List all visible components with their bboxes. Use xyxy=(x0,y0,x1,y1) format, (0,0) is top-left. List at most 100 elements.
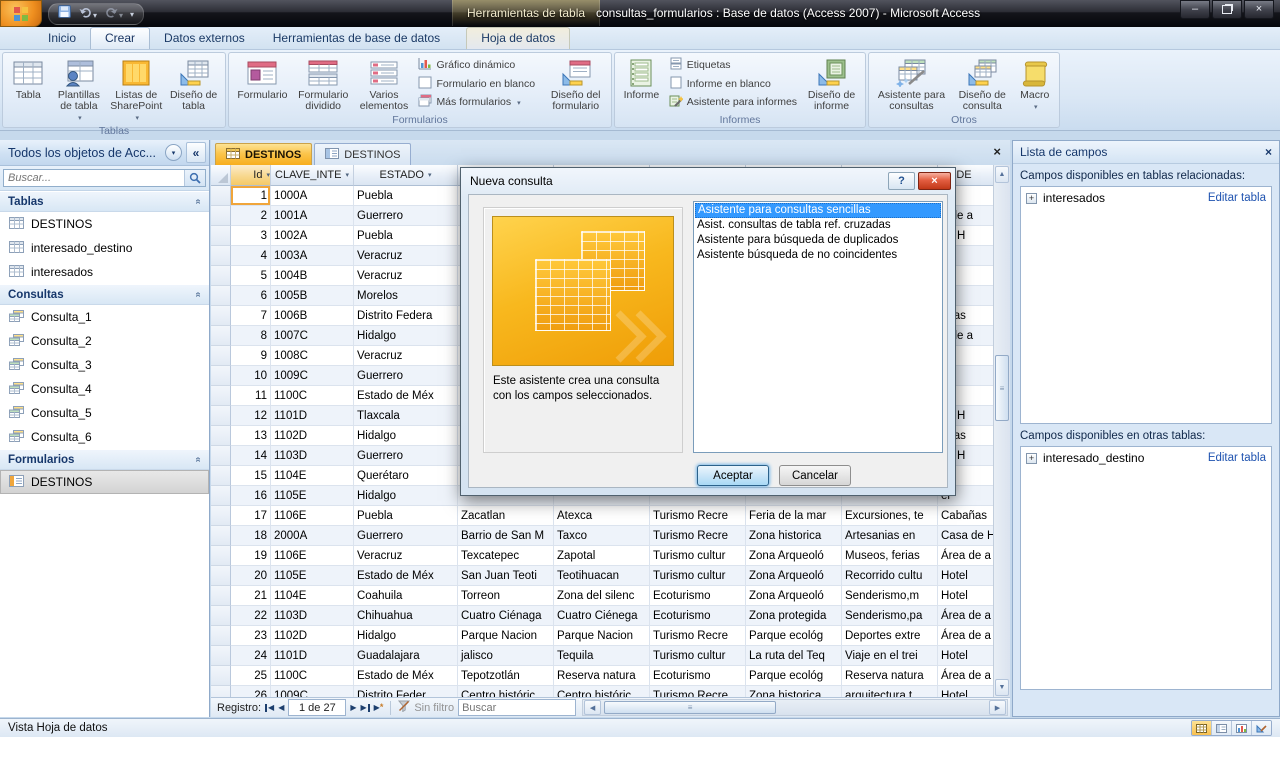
cell-destino[interactable]: Zona del silenc xyxy=(554,586,650,606)
cell-destino[interactable]: Parque Nacion xyxy=(554,626,650,646)
datasheet-view-button[interactable] xyxy=(1192,721,1212,735)
formulario-button[interactable]: Formulario xyxy=(232,54,293,113)
asistente-para-consultas-button[interactable]: Asistente para consultas xyxy=(872,54,951,113)
cell-estado[interactable]: Hidalgo xyxy=(354,626,458,646)
cell-clave[interactable]: 1100C xyxy=(271,386,354,406)
table-row[interactable]: 17 1106E Puebla Zacatlan Atexca Turismo … xyxy=(211,506,1010,526)
varios-elementos-button[interactable]: Varios elementos xyxy=(354,54,415,113)
aceptar-button[interactable]: Aceptar xyxy=(697,465,769,486)
cell-estado[interactable]: Estado de Méx xyxy=(354,666,458,686)
asistente-para-informes-button[interactable]: Asistente para informes xyxy=(669,93,797,111)
row-selector[interactable] xyxy=(211,246,231,266)
column-dropdown-icon[interactable]: ▾ xyxy=(266,171,270,179)
cell-municipio[interactable]: jalisco xyxy=(458,646,554,666)
cell-estado[interactable]: Distrito Federa xyxy=(354,306,458,326)
cell-clave[interactable]: 1105E xyxy=(271,566,354,586)
cell-clave[interactable]: 2000A xyxy=(271,526,354,546)
ribbon-tab[interactable]: Herramientas de base de datos xyxy=(259,27,454,49)
cell-municipio[interactable]: Parque Nacion xyxy=(458,626,554,646)
cell-atractivo[interactable]: Zona historica xyxy=(746,686,842,697)
customize-qat-icon[interactable]: ▾ xyxy=(130,10,134,19)
cell-clave[interactable]: 1009C xyxy=(271,686,354,697)
cell-clave[interactable]: 1005B xyxy=(271,286,354,306)
cell-id[interactable]: 15 xyxy=(231,466,271,486)
cell-atractivo[interactable]: Feria de la mar xyxy=(746,506,842,526)
cell-id[interactable]: 1 xyxy=(231,186,271,206)
cell-id[interactable]: 17 xyxy=(231,506,271,526)
diseno-del-formulario-button[interactable]: Diseño del formulario xyxy=(543,54,608,113)
nav-search-input[interactable] xyxy=(4,172,184,184)
cell-estado[interactable]: Puebla xyxy=(354,226,458,246)
pivot-view-button[interactable] xyxy=(1232,721,1252,735)
expand-plus-icon[interactable]: + xyxy=(1026,192,1037,204)
wizard-list-item[interactable]: Asistente para consultas sencillas xyxy=(695,203,941,218)
cell-clave[interactable]: 1101D xyxy=(271,646,354,666)
table-row[interactable]: 20 1105E Estado de Méx San Juan Teoti Te… xyxy=(211,566,1010,586)
row-selector[interactable] xyxy=(211,586,231,606)
cell-id[interactable]: 3 xyxy=(231,226,271,246)
cell-destino[interactable]: Cuatro Ciénega xyxy=(554,606,650,626)
cell-estado[interactable]: Veracruz xyxy=(354,266,458,286)
cell-estado[interactable]: Estado de Méx xyxy=(354,566,458,586)
cell-municipio[interactable]: Tepotzotlán xyxy=(458,666,554,686)
minimize-button[interactable]: – xyxy=(1180,0,1210,19)
dialog-close-button[interactable]: × xyxy=(918,172,951,190)
nav-item-query[interactable]: Consulta_5 xyxy=(0,401,209,425)
scroll-up-icon[interactable]: ▲ xyxy=(995,166,1009,183)
cell-id[interactable]: 14 xyxy=(231,446,271,466)
cell-atractivo[interactable]: Parque ecológ xyxy=(746,666,842,686)
wizard-list[interactable]: Asistente para consultas sencillas Asist… xyxy=(693,201,943,453)
cell-municipio[interactable]: Torreon xyxy=(458,586,554,606)
cell-clave[interactable]: 1003A xyxy=(271,246,354,266)
edit-table-link[interactable]: Editar tabla xyxy=(1208,192,1266,204)
cell-actividades[interactable]: Museos, ferias xyxy=(842,546,938,566)
first-record-icon[interactable]: ◀ xyxy=(265,703,274,712)
cell-municipio[interactable]: Centro históric xyxy=(458,686,554,697)
cancelar-button[interactable]: Cancelar xyxy=(779,465,851,486)
scroll-left-icon[interactable]: ◀ xyxy=(584,700,602,715)
restore-button[interactable] xyxy=(1212,0,1242,19)
column-dropdown-icon[interactable]: ▾ xyxy=(345,171,349,179)
cell-actividades[interactable]: Senderismo,pa xyxy=(842,606,938,626)
cell-tipo-turismo[interactable]: Turismo Recre xyxy=(650,526,746,546)
cell-clave[interactable]: 1004B xyxy=(271,266,354,286)
cell-destino[interactable]: Tequila xyxy=(554,646,650,666)
close-button[interactable]: × xyxy=(1244,0,1274,19)
cell-clave[interactable]: 1001A xyxy=(271,206,354,226)
cell-municipio[interactable]: San Juan Teoti xyxy=(458,566,554,586)
table-row[interactable]: 26 1009C Distrito Feder Centro históric … xyxy=(211,686,1010,697)
cell-tipo-turismo[interactable]: Ecoturismo xyxy=(650,666,746,686)
nav-pane-menu-caret-icon[interactable]: ▾ xyxy=(165,144,182,161)
etiquetas-button[interactable]: Etiquetas xyxy=(669,56,797,74)
cell-tipo-turismo[interactable]: Turismo cultur xyxy=(650,566,746,586)
table-row[interactable]: 19 1106E Veracruz Texcatepec Zapotal Tur… xyxy=(211,546,1010,566)
cell-estado[interactable]: Guerrero xyxy=(354,526,458,546)
next-record-icon[interactable]: ▶ xyxy=(350,703,356,712)
row-selector[interactable] xyxy=(211,566,231,586)
cell-atractivo[interactable]: Zona Arqueoló xyxy=(746,546,842,566)
row-selector[interactable] xyxy=(211,446,231,466)
plantillas-de-tabla-button[interactable]: Plantillas de tabla xyxy=(51,54,108,124)
vertical-scrollbar[interactable]: ▲ ≡ ▼ xyxy=(993,165,1010,697)
design-view-button[interactable] xyxy=(1252,721,1271,735)
cell-clave[interactable]: 1000A xyxy=(271,186,354,206)
cell-clave[interactable]: 1106E xyxy=(271,506,354,526)
cell-id[interactable]: 5 xyxy=(231,266,271,286)
new-record-icon[interactable]: ▶* xyxy=(374,703,384,712)
cell-estado[interactable]: Veracruz xyxy=(354,346,458,366)
cell-id[interactable]: 24 xyxy=(231,646,271,666)
nav-section-formularios[interactable]: Formularios « xyxy=(0,449,209,470)
cell-estado[interactable]: Guerrero xyxy=(354,366,458,386)
cell-clave[interactable]: 1009C xyxy=(271,366,354,386)
row-selector[interactable] xyxy=(211,606,231,626)
cell-tipo-turismo[interactable]: Turismo Recre xyxy=(650,686,746,697)
horizontal-scroll-thumb[interactable]: ≡ xyxy=(604,701,777,714)
cell-clave[interactable]: 1002A xyxy=(271,226,354,246)
cell-actividades[interactable]: Reserva natura xyxy=(842,666,938,686)
cell-estado[interactable]: Tlaxcala xyxy=(354,406,458,426)
expand-plus-icon[interactable]: + xyxy=(1026,452,1037,464)
select-all-cell[interactable] xyxy=(211,165,231,186)
cell-clave[interactable]: 1007C xyxy=(271,326,354,346)
cell-estado[interactable]: Veracruz xyxy=(354,546,458,566)
cell-destino[interactable]: Zapotal xyxy=(554,546,650,566)
